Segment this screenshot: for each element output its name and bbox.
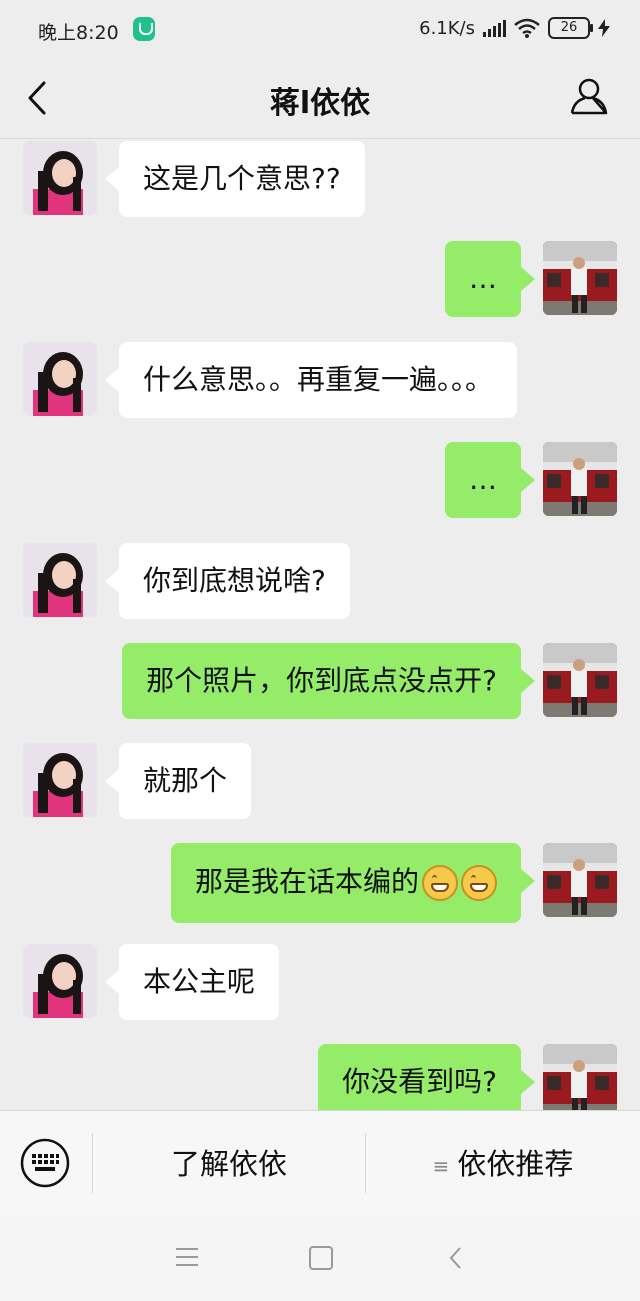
message-bubble[interactable]: 这是几个意思?? — [105, 141, 365, 217]
contact-avatar[interactable] — [23, 743, 97, 817]
contact-avatar[interactable] — [23, 543, 97, 617]
message-bubble[interactable]: 本公主呢 — [104, 944, 280, 1020]
status-bar: 晚上8:20 6.1K/s 26 — [0, 0, 640, 60]
bottom-menu-bar: 了解依依 ≡ 依依推荐 — [0, 1110, 640, 1217]
message-bubble[interactable]: 你到底想说啥? — [105, 543, 350, 619]
my-avatar[interactable] — [543, 643, 617, 717]
message-bubble[interactable]: 你没看到吗? — [318, 1044, 535, 1110]
menu-recommend[interactable]: ≡ 依依推荐 — [366, 1111, 640, 1217]
signal-icon — [483, 19, 506, 37]
keyboard-icon[interactable] — [20, 1138, 70, 1188]
my-avatar[interactable] — [543, 241, 617, 315]
message-list[interactable]: 这是几个意思?? … 什么意思。。再重复一遍。。。 … 你到底想说啥? 那个照片… — [0, 139, 640, 1110]
grin-emoji-icon — [422, 865, 458, 901]
message-bubble[interactable]: 那是我在话本编的 — [170, 843, 536, 923]
home-icon[interactable] — [309, 1246, 333, 1270]
message-bubble[interactable]: 就那个 — [104, 743, 252, 819]
message-bubble[interactable]: 什么意思。。再重复一遍。。。 — [104, 342, 518, 418]
recent-apps-icon[interactable] — [176, 1248, 198, 1268]
charging-bolt-icon — [598, 19, 610, 37]
profile-person-icon[interactable] — [568, 75, 610, 117]
status-time: 晚上8:20 — [38, 22, 119, 44]
my-avatar[interactable] — [543, 1044, 617, 1110]
message-bubble[interactable]: … — [445, 442, 535, 518]
contact-avatar[interactable] — [23, 141, 97, 215]
message-bubble[interactable]: … — [445, 241, 535, 317]
system-nav-bar — [0, 1216, 640, 1301]
menu-recommend-label: 依依推荐 — [457, 1147, 574, 1181]
submenu-lines-icon: ≡ — [432, 1154, 450, 1178]
message-bubble[interactable]: 那个照片，你到底点没点开? — [122, 643, 535, 719]
contact-avatar[interactable] — [23, 342, 97, 416]
contact-avatar[interactable] — [23, 944, 97, 1018]
menu-learn-more[interactable]: 了解依依 — [93, 1111, 365, 1217]
network-speed: 6.1K/s — [419, 17, 475, 39]
chat-header: 蒋l依依 — [0, 60, 640, 139]
message-text: 那是我在话本编的 — [194, 865, 419, 898]
my-avatar[interactable] — [543, 442, 617, 516]
chat-title: 蒋l依依 — [269, 86, 371, 121]
security-shield-icon — [133, 17, 155, 41]
my-avatar[interactable] — [543, 843, 617, 917]
wifi-icon — [514, 18, 540, 38]
status-indicators: 6.1K/s 26 — [419, 17, 610, 39]
battery-indicator: 26 — [548, 17, 593, 39]
system-back-icon[interactable] — [446, 1246, 466, 1270]
grin-emoji-icon — [461, 865, 497, 901]
